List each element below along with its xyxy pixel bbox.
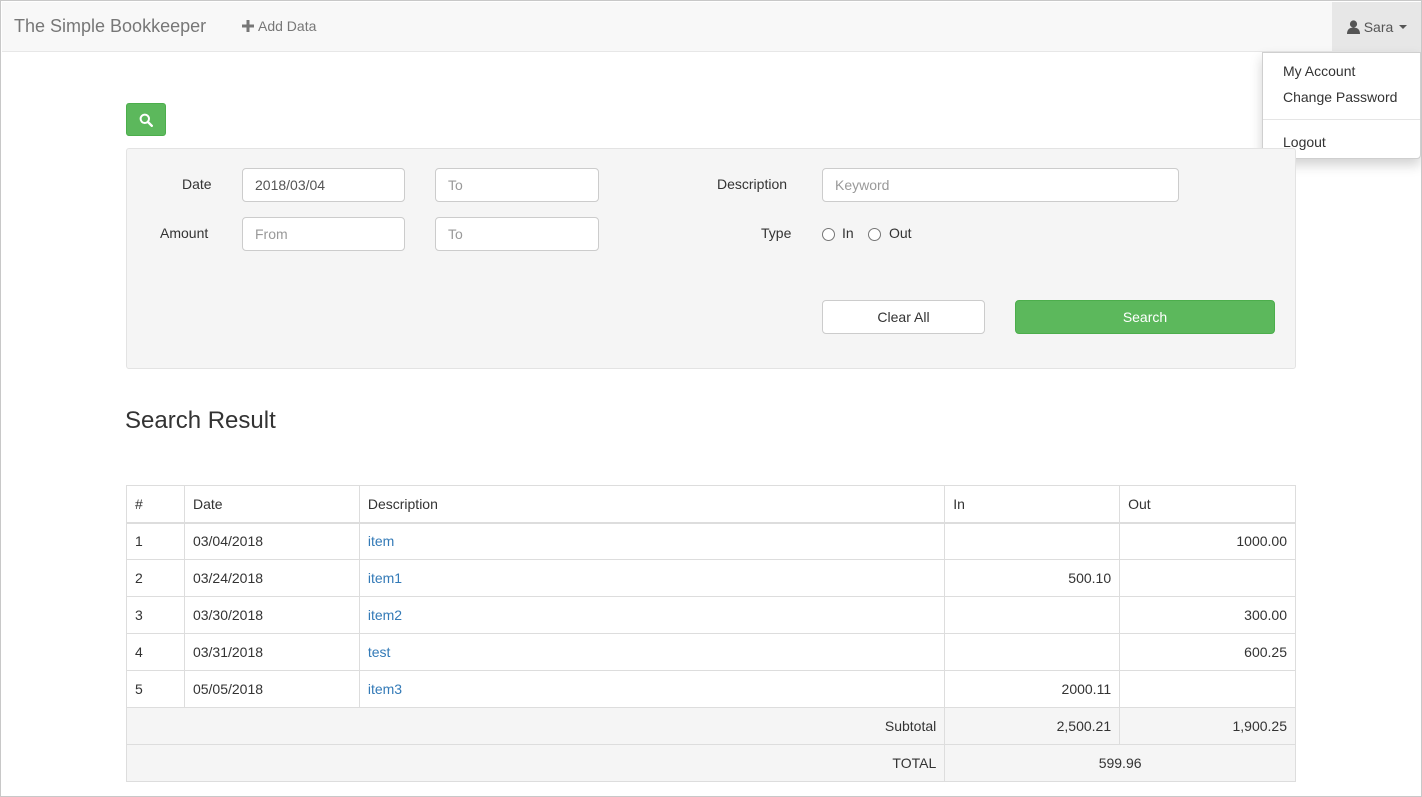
column-header-in: In xyxy=(944,485,1121,524)
search-toggle-button[interactable] xyxy=(126,103,166,136)
row-out: 1000.00 xyxy=(1119,522,1296,560)
subtotal-out: 1,900.25 xyxy=(1119,707,1296,745)
menu-item-my-account[interactable]: My Account xyxy=(1283,63,1355,79)
row-description-cell: item xyxy=(358,522,946,560)
row-description-cell: item1 xyxy=(358,559,946,597)
row-number: 3 xyxy=(126,596,185,634)
row-in: 2000.11 xyxy=(944,670,1121,708)
column-header-number: # xyxy=(126,485,185,524)
row-description-cell: item3 xyxy=(358,670,946,708)
row-out xyxy=(1119,559,1296,597)
total-label: TOTAL xyxy=(125,744,946,782)
row-description-link[interactable]: item2 xyxy=(368,607,402,623)
caret-down-icon xyxy=(1399,25,1408,29)
type-out-radio[interactable] xyxy=(868,228,881,241)
table-row: 1 03/04/2018 item 1000.00 xyxy=(126,522,1296,560)
amount-from-input[interactable] xyxy=(242,217,405,251)
type-out-label[interactable]: Out xyxy=(889,225,912,241)
add-data-label: Add Data xyxy=(258,18,317,34)
app-window: The Simple Bookkeeper Add Data Sara My A… xyxy=(0,0,1422,797)
row-number: 5 xyxy=(126,670,185,708)
row-date: 05/05/2018 xyxy=(183,670,360,708)
column-header-description: Description xyxy=(358,485,946,524)
column-header-out: Out xyxy=(1119,485,1296,524)
row-in xyxy=(944,596,1121,634)
row-out xyxy=(1119,670,1296,708)
row-number: 4 xyxy=(126,633,185,671)
table-row: 4 03/31/2018 test 600.25 xyxy=(126,633,1296,671)
search-button[interactable]: Search xyxy=(1015,300,1275,334)
row-date: 03/04/2018 xyxy=(183,522,360,560)
row-in xyxy=(944,522,1121,560)
menu-item-change-password[interactable]: Change Password xyxy=(1283,89,1397,105)
user-dropdown-menu: My Account Change Password Logout xyxy=(1262,52,1421,159)
amount-to-input[interactable] xyxy=(435,217,599,251)
column-header-date: Date xyxy=(183,485,360,524)
user-icon xyxy=(1346,20,1360,34)
subtotal-in: 2,500.21 xyxy=(944,707,1121,745)
table-header-row: # Date Description In Out xyxy=(126,485,1296,524)
row-description-link[interactable]: item1 xyxy=(368,570,402,586)
row-number: 1 xyxy=(126,522,185,560)
add-data-link[interactable]: Add Data xyxy=(242,18,316,34)
clear-all-button[interactable]: Clear All xyxy=(822,300,985,334)
table-row: 5 05/05/2018 item3 2000.11 xyxy=(126,670,1296,708)
row-in: 500.10 xyxy=(944,559,1121,597)
plus-icon xyxy=(242,20,254,32)
row-description-cell: test xyxy=(358,633,946,671)
subtotal-row: Subtotal 2,500.21 1,900.25 xyxy=(125,707,1296,745)
navbar: The Simple Bookkeeper Add Data Sara xyxy=(2,2,1421,52)
results-table: # Date Description In Out 1 03/04/2018 i… xyxy=(125,485,1296,782)
type-in-label[interactable]: In xyxy=(842,225,854,241)
row-number: 2 xyxy=(126,559,185,597)
menu-divider xyxy=(1263,119,1420,120)
search-result-heading: Search Result xyxy=(125,407,276,434)
description-keyword-input[interactable] xyxy=(822,168,1179,202)
table-row: 3 03/30/2018 item2 300.00 xyxy=(126,596,1296,634)
row-date: 03/30/2018 xyxy=(183,596,360,634)
user-menu-toggle[interactable]: Sara xyxy=(1332,2,1421,52)
search-icon xyxy=(139,113,153,127)
description-label: Description xyxy=(717,176,788,192)
row-description-link[interactable]: test xyxy=(368,644,391,660)
row-description-link[interactable]: item3 xyxy=(368,681,402,697)
row-date: 03/24/2018 xyxy=(183,559,360,597)
brand[interactable]: The Simple Bookkeeper xyxy=(14,16,206,37)
date-from-input[interactable] xyxy=(242,168,405,202)
search-panel: Date Amount Description Type In Out Clea… xyxy=(126,148,1296,369)
user-name: Sara xyxy=(1363,19,1394,35)
total-row: TOTAL 599.96 xyxy=(125,744,1296,782)
total-value: 599.96 xyxy=(944,744,1296,782)
row-description-link[interactable]: item xyxy=(368,533,394,549)
date-label: Date xyxy=(182,176,212,192)
row-out: 600.25 xyxy=(1119,633,1296,671)
row-in xyxy=(944,633,1121,671)
subtotal-label: Subtotal xyxy=(125,707,946,745)
type-in-radio[interactable] xyxy=(822,228,835,241)
type-label: Type xyxy=(761,225,792,241)
row-description-cell: item2 xyxy=(358,596,946,634)
row-out: 300.00 xyxy=(1119,596,1296,634)
table-row: 2 03/24/2018 item1 500.10 xyxy=(126,559,1296,597)
amount-label: Amount xyxy=(160,225,209,241)
row-date: 03/31/2018 xyxy=(183,633,360,671)
date-to-input[interactable] xyxy=(435,168,599,202)
